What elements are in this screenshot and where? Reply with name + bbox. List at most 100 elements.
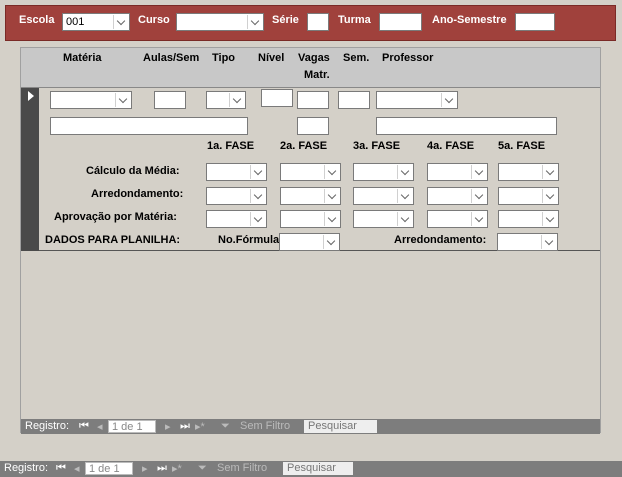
arred-fase-5[interactable] (498, 187, 559, 205)
aprovacao-label: Aprovação por Matéria: (54, 211, 177, 223)
calculo-fase-4[interactable] (427, 163, 488, 181)
chevron-down-icon[interactable] (247, 15, 262, 29)
last-record-icon[interactable]: ⏭ (157, 462, 167, 475)
chevron-down-icon[interactable] (542, 165, 557, 179)
record-counter[interactable]: 1 de 1 (85, 462, 133, 475)
materia-name-input[interactable] (50, 117, 248, 135)
calculo-fase-1[interactable] (206, 163, 267, 181)
nivel-input[interactable] (261, 89, 293, 107)
dados-planilha-label: DADOS PARA PLANILHA: (45, 234, 181, 246)
filter-icon: ⏷ (198, 462, 207, 474)
first-record-icon[interactable]: ⏮ (79, 420, 89, 433)
record-selector[interactable] (21, 88, 39, 251)
fase-1-label: 1a. FASE (207, 140, 255, 152)
chevron-down-icon[interactable] (542, 212, 557, 226)
arredondamento-planilha-label: Arredondamento: (394, 234, 487, 246)
escola-label: Escola (19, 14, 55, 26)
curso-combo[interactable] (176, 13, 264, 31)
calculo-fase-3[interactable] (353, 163, 414, 181)
arred-fase-4[interactable] (427, 187, 488, 205)
aprov-fase-5[interactable] (498, 210, 559, 228)
col-materia: Matéria (63, 52, 102, 64)
filter-label[interactable]: Sem Filtro (217, 462, 267, 474)
turma-input[interactable] (379, 13, 422, 31)
arred-planilha-combo[interactable] (497, 233, 558, 251)
chevron-down-icon[interactable] (250, 189, 265, 203)
chevron-down-icon[interactable] (397, 189, 412, 203)
curso-label: Curso (138, 14, 170, 26)
arred-fase-1[interactable] (206, 187, 267, 205)
chevron-down-icon[interactable] (471, 212, 486, 226)
chevron-down-icon[interactable] (113, 15, 128, 29)
calculo-media-label: Cálculo da Média: (86, 165, 180, 177)
chevron-down-icon[interactable] (471, 165, 486, 179)
professor-name-input[interactable] (376, 117, 557, 135)
next-record-icon[interactable]: ▸ (165, 420, 171, 433)
chevron-down-icon[interactable] (542, 189, 557, 203)
serie-input[interactable] (307, 13, 329, 31)
prev-record-icon[interactable]: ◂ (74, 462, 80, 475)
serie-label: Série (272, 14, 299, 26)
col-matr: Matr. (304, 69, 330, 81)
arred-fase-2[interactable] (280, 187, 341, 205)
professor-combo[interactable] (376, 91, 458, 109)
chevron-down-icon[interactable] (250, 212, 265, 226)
aprov-fase-4[interactable] (427, 210, 488, 228)
search-input[interactable]: Pesquisar (304, 420, 377, 433)
main-navigation-bar: Registro: ⏮ ◂ 1 de 1 ▸ ⏭ ▸* ⏷ Sem Filtro… (0, 461, 622, 477)
new-record-icon[interactable]: ▸* (172, 462, 182, 475)
search-input[interactable]: Pesquisar (283, 462, 353, 475)
ano-semestre-label: Ano-Semestre (432, 14, 507, 26)
col-tipo: Tipo (212, 52, 236, 64)
fase-3-label: 3a. FASE (353, 140, 401, 152)
materia-combo[interactable] (50, 91, 132, 109)
col-vagas: Vagas (298, 52, 330, 64)
record-counter[interactable]: 1 de 1 (108, 420, 156, 433)
formula-combo[interactable] (279, 233, 340, 251)
aprov-fase-1[interactable] (206, 210, 267, 228)
record-label: Registro: (25, 420, 70, 432)
fase-5-label: 5a. FASE (498, 140, 546, 152)
arred-fase-3[interactable] (353, 187, 414, 205)
formula-label: No.Fórmula: (218, 234, 283, 246)
chevron-down-icon[interactable] (324, 189, 339, 203)
record-label: Registro: (4, 462, 49, 474)
chevron-down-icon[interactable] (541, 235, 556, 249)
current-record-arrow-icon (28, 91, 34, 101)
chevron-down-icon[interactable] (250, 165, 265, 179)
chevron-down-icon[interactable] (441, 93, 456, 107)
turma-label: Turma (338, 14, 371, 26)
chevron-down-icon[interactable] (397, 212, 412, 226)
next-record-icon[interactable]: ▸ (142, 462, 148, 475)
aprov-fase-2[interactable] (280, 210, 341, 228)
aprov-fase-3[interactable] (353, 210, 414, 228)
new-record-icon[interactable]: ▸* (195, 420, 205, 433)
fase-2-label: 2a. FASE (280, 140, 328, 152)
tipo-combo[interactable] (206, 91, 246, 109)
first-record-icon[interactable]: ⏮ (56, 462, 66, 475)
chevron-down-icon[interactable] (471, 189, 486, 203)
chevron-down-icon[interactable] (323, 235, 338, 249)
filter-icon: ⏷ (221, 420, 230, 432)
aulas-input[interactable] (154, 91, 186, 109)
chevron-down-icon[interactable] (115, 93, 130, 107)
prev-record-icon[interactable]: ◂ (97, 420, 103, 433)
chevron-down-icon[interactable] (397, 165, 412, 179)
escola-value: 001 (66, 16, 85, 28)
col-aulas: Aulas/Sem (143, 52, 200, 64)
sem-input[interactable] (338, 91, 370, 109)
calculo-fase-5[interactable] (498, 163, 559, 181)
filter-label[interactable]: Sem Filtro (240, 420, 290, 432)
ano-semestre-input[interactable] (515, 13, 555, 31)
last-record-icon[interactable]: ⏭ (180, 420, 190, 433)
matr-input[interactable] (297, 117, 329, 135)
arredondamento-label: Arredondamento: (91, 188, 184, 200)
chevron-down-icon[interactable] (324, 165, 339, 179)
escola-combo[interactable]: 001 (62, 13, 130, 31)
col-sem: Sem. (343, 52, 370, 64)
calculo-fase-2[interactable] (280, 163, 341, 181)
chevron-down-icon[interactable] (324, 212, 339, 226)
col-professor: Professor (382, 52, 434, 64)
vagas-input[interactable] (297, 91, 329, 109)
chevron-down-icon[interactable] (229, 93, 244, 107)
